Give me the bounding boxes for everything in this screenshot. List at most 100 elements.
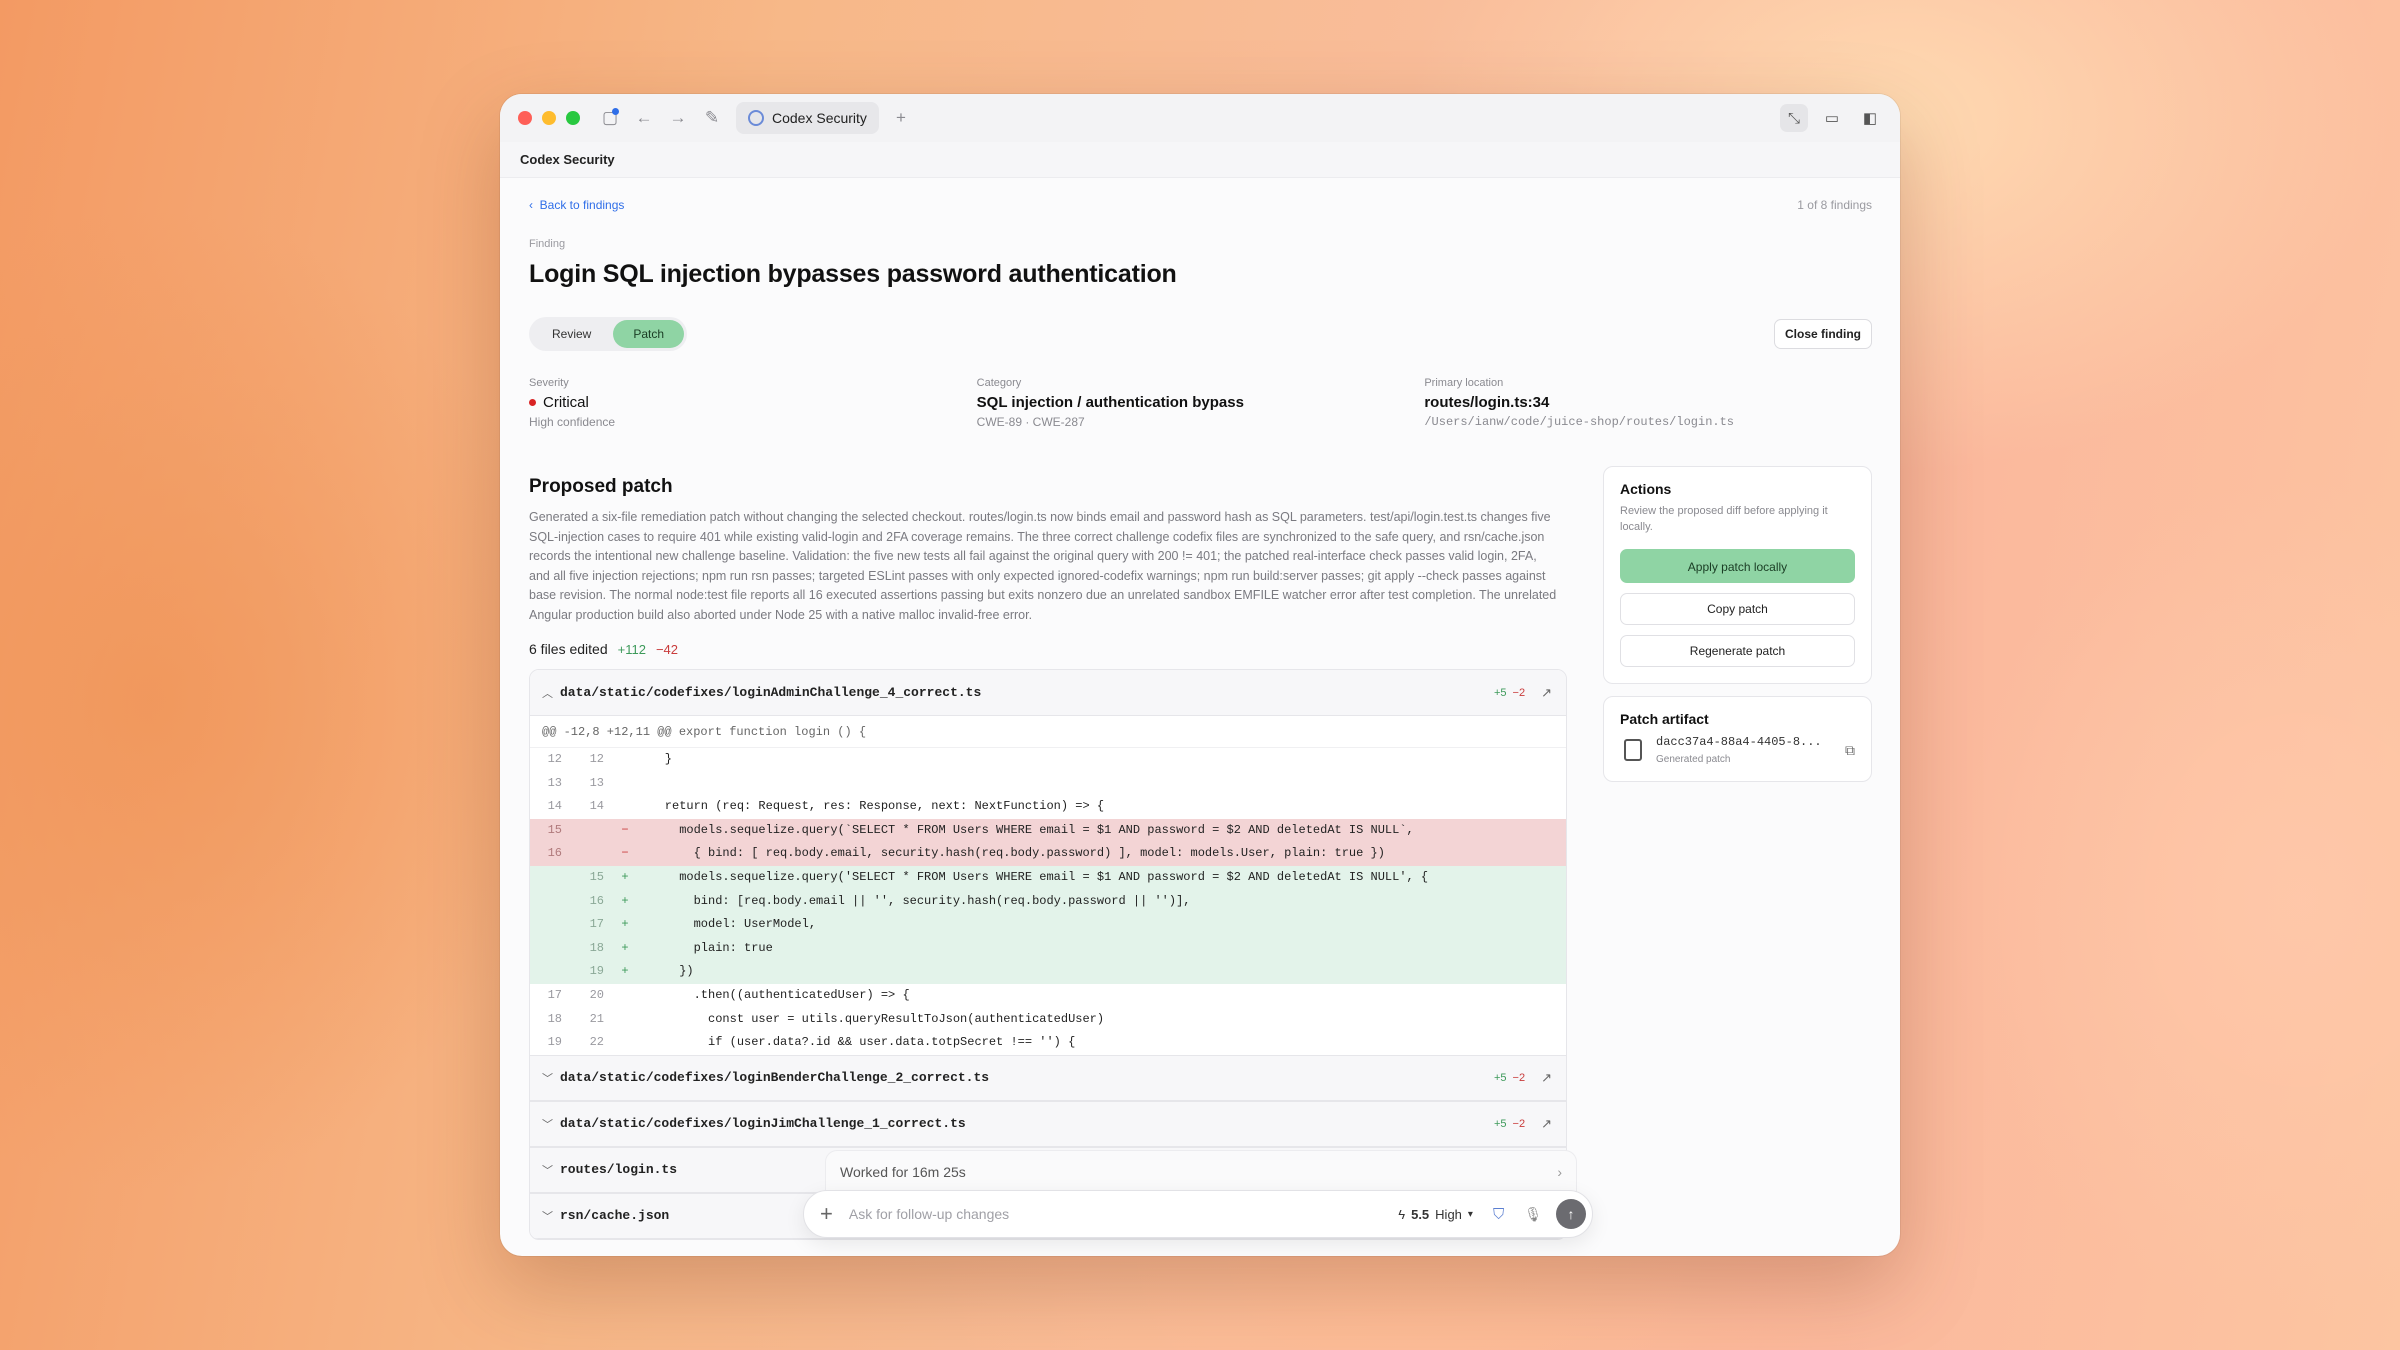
chevron-up-icon[interactable]: ︿ bbox=[542, 685, 560, 701]
forward-arrow-icon[interactable]: → bbox=[664, 104, 692, 132]
severity-text: Critical bbox=[543, 394, 589, 411]
follow-up-input[interactable]: Ask for follow-up changes bbox=[849, 1206, 1398, 1222]
new-line-number: 13 bbox=[589, 775, 604, 790]
cwe-text: CWE-89 · CWE-287 bbox=[976, 415, 1085, 429]
view-tabs: Review Patch bbox=[529, 317, 688, 351]
diff-file-name: data/static/codefixes/loginJimChallenge_… bbox=[560, 1116, 966, 1132]
new-line-number: 22 bbox=[589, 1035, 604, 1050]
added-line: 19 + }) bbox=[530, 960, 1566, 984]
diff-sign: + bbox=[621, 893, 629, 908]
back-label: Back to findings bbox=[539, 198, 625, 212]
app-header: Codex Security bbox=[500, 142, 1900, 178]
diff-sign: + bbox=[621, 869, 629, 884]
file-additions: +5 bbox=[1494, 1117, 1507, 1130]
artifact-row[interactable]: dacc37a4-88a4-4405-8... Generated patch … bbox=[1620, 735, 1855, 765]
added-line: 18 + plain: true bbox=[530, 936, 1566, 961]
new-line-number bbox=[572, 819, 614, 843]
diff-file-header[interactable]: ︿ data/static/codefixes/loginAdminChalle… bbox=[530, 670, 1566, 716]
chevron-down-icon[interactable]: ﹀ bbox=[542, 1208, 560, 1224]
collapsed-file-header[interactable]: ﹀ data/static/codefixes/loginBenderChalle… bbox=[530, 1054, 1566, 1101]
artifact-sub: Generated patch bbox=[1656, 754, 1731, 765]
panel-toggle-icon[interactable]: ◧ bbox=[1856, 104, 1884, 132]
close-window-button[interactable] bbox=[518, 111, 532, 125]
code-text: { bind: [ req.body.email, security.hash(… bbox=[636, 846, 1385, 861]
new-line-number: 21 bbox=[589, 1011, 604, 1026]
severity-block: Severity Critical High confidence bbox=[529, 377, 977, 429]
new-tab-icon[interactable]: + bbox=[887, 104, 915, 132]
artifact-heading: Patch artifact bbox=[1620, 711, 1709, 727]
tab-review[interactable]: Review bbox=[532, 320, 611, 348]
deleted-line: 16 − { bind: [ req.body.email, security.h… bbox=[530, 842, 1566, 866]
back-to-findings-link[interactable]: ‹ Back to findings bbox=[529, 198, 624, 212]
chevron-down-icon[interactable]: ﹀ bbox=[542, 1070, 560, 1086]
shield-icon[interactable]: ⛉ bbox=[1493, 1206, 1504, 1223]
location-block: Primary location routes/login.ts:34 /Use… bbox=[1424, 377, 1872, 429]
tab-codex-security[interactable]: Codex Security bbox=[736, 102, 879, 134]
files-edited-count: 6 files edited bbox=[529, 641, 608, 657]
new-line-number: 19 bbox=[589, 964, 604, 979]
app-title: Codex Security bbox=[520, 152, 615, 167]
total-additions: +112 bbox=[617, 642, 646, 657]
tab-label: Codex Security bbox=[772, 110, 867, 126]
context-line: 18 21 const user = utils.queryResultToJso… bbox=[530, 1008, 1566, 1032]
copy-icon[interactable]: ⧉ bbox=[1845, 742, 1855, 759]
actions-description: Review the proposed diff before applying… bbox=[1620, 505, 1828, 533]
collapsed-file-header[interactable]: ﹀ data/static/codefixes/loginJimChallenge… bbox=[530, 1100, 1566, 1147]
shield-icon bbox=[748, 110, 764, 126]
old-line-number: 15 bbox=[547, 822, 562, 837]
finding-nav: ‹ Back to findings 1 of 8 findings bbox=[529, 198, 1872, 212]
add-attachment-icon[interactable]: + bbox=[820, 1201, 833, 1227]
chevron-down-icon[interactable]: ﹀ bbox=[542, 1162, 560, 1178]
new-line-number: 16 bbox=[589, 893, 604, 908]
model-selector[interactable]: ϟ 5.5 High ▾ bbox=[1398, 1207, 1473, 1222]
page-title: Login SQL injection bypasses password au… bbox=[529, 260, 1177, 288]
collapse-icon[interactable]: ⤡ bbox=[1780, 104, 1808, 132]
worked-status-bar[interactable]: Worked for 16m 25s › bbox=[825, 1150, 1577, 1192]
old-line-number bbox=[530, 960, 572, 984]
lightning-icon: ϟ bbox=[1398, 1206, 1406, 1222]
location-value: routes/login.ts:34 bbox=[1424, 394, 1550, 411]
code-text: models.sequelize.query('SELECT * FROM Us… bbox=[636, 869, 1429, 884]
diff-sign: + bbox=[621, 917, 629, 932]
tab-patch[interactable]: Patch bbox=[613, 320, 685, 348]
added-line: 17 + model: UserModel, bbox=[530, 913, 1566, 937]
file-deletions: −2 bbox=[1512, 1117, 1526, 1130]
patch-heading: Proposed patch bbox=[529, 476, 673, 497]
sidebar-toggle-icon[interactable]: ▢ bbox=[596, 104, 624, 132]
artifact-text: dacc37a4-88a4-4405-8... Generated patch bbox=[1656, 735, 1822, 765]
open-external-icon[interactable]: ↗ bbox=[1541, 1070, 1552, 1086]
diff-sign bbox=[614, 795, 636, 819]
confidence-text: High confidence bbox=[529, 415, 616, 429]
terminal-icon[interactable]: ▭ bbox=[1818, 104, 1846, 132]
notification-dot bbox=[612, 108, 619, 115]
send-button[interactable]: ↑ bbox=[1556, 1199, 1586, 1229]
minimize-window-button[interactable] bbox=[542, 111, 556, 125]
files-edited-summary: 6 files edited +112 −42 bbox=[529, 641, 1567, 657]
file-additions: +5 bbox=[1494, 1071, 1507, 1084]
hunk-header: @@ -12,8 +12,11 @@ export function login… bbox=[530, 716, 1566, 748]
chevron-right-icon: › bbox=[1557, 1163, 1562, 1180]
diff-sign bbox=[614, 1008, 636, 1032]
open-external-icon[interactable]: ↗ bbox=[1541, 1116, 1552, 1132]
context-line: 17 20 .then((authenticatedUser) => { bbox=[530, 984, 1566, 1008]
worked-text: Worked for 16m 25s bbox=[840, 1163, 966, 1180]
old-line-number: 17 bbox=[547, 987, 562, 1002]
chevron-down-icon[interactable]: ﹀ bbox=[542, 1116, 560, 1132]
view-controls: Review Patch Close finding bbox=[529, 317, 1872, 351]
back-arrow-icon[interactable]: ← bbox=[630, 104, 658, 132]
finding-label: Finding bbox=[529, 238, 566, 250]
context-line: 14 14 return (req: Request, res: Response… bbox=[530, 795, 1566, 819]
microphone-icon[interactable]: 🎙 bbox=[1524, 1206, 1542, 1223]
regenerate-patch-button[interactable]: Regenerate patch bbox=[1620, 635, 1855, 667]
zoom-window-button[interactable] bbox=[566, 111, 580, 125]
diff-sign: − bbox=[621, 822, 629, 837]
file-additions: +5 bbox=[1494, 686, 1507, 699]
copy-patch-button[interactable]: Copy patch bbox=[1620, 593, 1855, 625]
compose-icon[interactable]: ✎ bbox=[698, 104, 726, 132]
close-finding-button[interactable]: Close finding bbox=[1774, 319, 1872, 349]
code-text: models.sequelize.query(`SELECT * FROM Us… bbox=[636, 822, 1414, 837]
open-external-icon[interactable]: ↗ bbox=[1541, 685, 1552, 701]
apply-patch-button[interactable]: Apply patch locally bbox=[1620, 549, 1855, 583]
model-effort: High bbox=[1435, 1206, 1462, 1222]
